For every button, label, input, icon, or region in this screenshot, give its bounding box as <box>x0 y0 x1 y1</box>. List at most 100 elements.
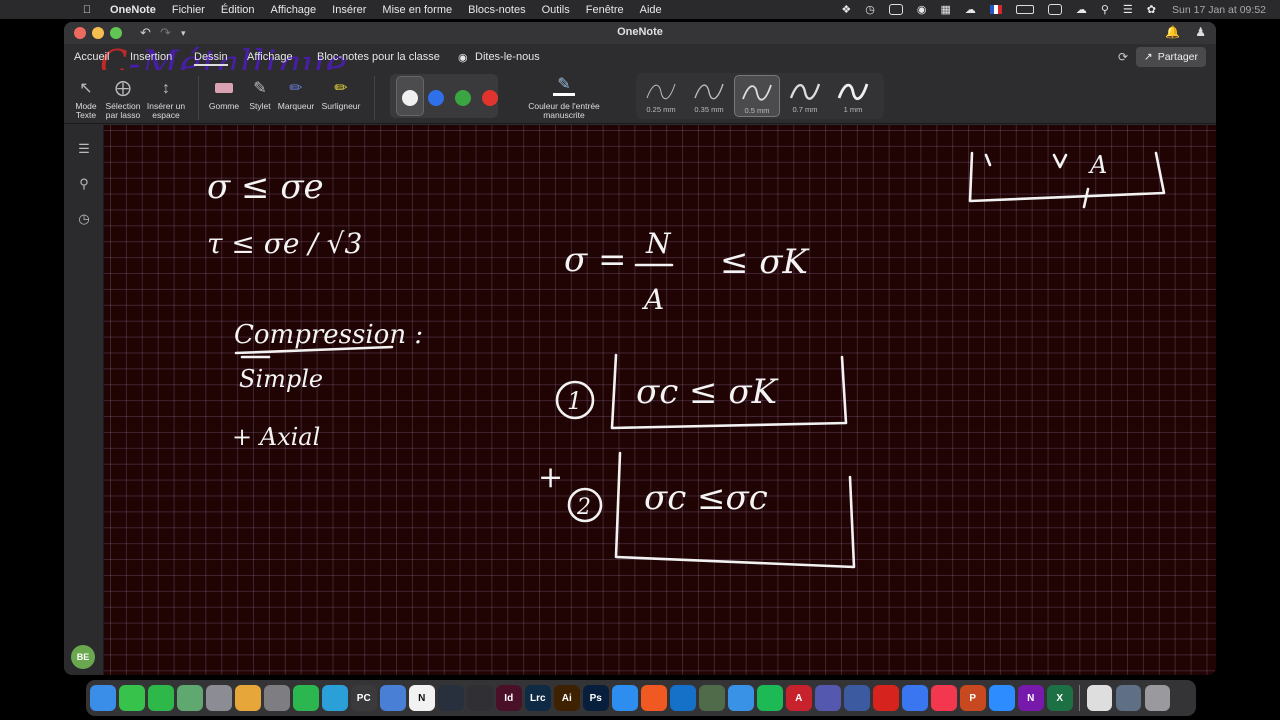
onenote-icon[interactable]: N <box>1018 685 1044 711</box>
thickness-1-button[interactable]: 1 mm <box>830 75 876 117</box>
launchpad-icon[interactable] <box>206 685 232 711</box>
menu-affichage[interactable]: Affichage <box>271 4 317 16</box>
notifications-bell-icon[interactable]: 🔔 <box>1165 25 1180 39</box>
zoom-icon[interactable] <box>989 685 1015 711</box>
search-icon[interactable]: ⚲ <box>76 176 92 192</box>
record-icon[interactable]: ◉ <box>917 3 927 16</box>
menu-fichier[interactable]: Fichier <box>172 4 205 16</box>
screen-icon[interactable] <box>888 4 903 15</box>
pen-app-icon[interactable] <box>380 685 406 711</box>
eraser-button[interactable]: Gomme <box>204 74 244 111</box>
menu-outils[interactable]: Outils <box>542 4 570 16</box>
tell-me-search[interactable]: Dites-le-nous <box>475 51 540 63</box>
avatar[interactable]: BE <box>71 645 95 669</box>
whatsapp-icon[interactable] <box>293 685 319 711</box>
messages-icon[interactable] <box>119 685 145 711</box>
ink-box2-inequality: σc ≤σc <box>644 478 768 518</box>
shield-app-icon[interactable] <box>844 685 870 711</box>
search-icon[interactable]: ⚲ <box>1101 3 1109 16</box>
tab-accueil[interactable]: Accueil <box>74 51 109 63</box>
ink-box1-inequality: σc ≤ σK <box>636 372 780 412</box>
time-machine-icon[interactable]: ◷ <box>865 3 875 16</box>
upload-cloud-icon[interactable]: ☁ <box>1076 3 1087 16</box>
obs-icon[interactable] <box>467 685 493 711</box>
siri-icon[interactable]: ✿ <box>1147 3 1156 16</box>
facetime-icon[interactable] <box>148 685 174 711</box>
recent-clock-icon[interactable]: ◷ <box>76 211 92 227</box>
brave-icon[interactable] <box>641 685 667 711</box>
color-blue-swatch[interactable] <box>428 90 444 106</box>
outlook-icon[interactable] <box>670 685 696 711</box>
menu-fenetre[interactable]: Fenêtre <box>586 4 624 16</box>
vpn-icon[interactable] <box>699 685 725 711</box>
ink-tau-le-sigmae-sqrt3: τ ≤ σe / √3 <box>207 227 362 260</box>
share-button[interactable]: ↗ Partager <box>1135 47 1206 67</box>
account-icon[interactable]: ♟ <box>1195 25 1206 39</box>
menu-app-name[interactable]: OneNote <box>110 4 156 16</box>
menu-inserer[interactable]: Insérer <box>332 4 366 16</box>
highlighter-button[interactable]: ✏ Surligneur <box>318 74 364 111</box>
maps-icon[interactable] <box>177 685 203 711</box>
pen-button[interactable]: ✎ Stylet <box>246 74 274 111</box>
lasso-icon: ⨁ <box>115 79 131 97</box>
appstore-icon[interactable] <box>612 685 638 711</box>
apple-icon[interactable]:  <box>80 4 94 16</box>
settings-icon[interactable] <box>264 685 290 711</box>
teams-icon[interactable] <box>815 685 841 711</box>
mirroring-icon[interactable] <box>1047 4 1062 15</box>
tab-dessin[interactable]: Dessin <box>194 51 228 66</box>
trash-icon[interactable] <box>1144 685 1170 711</box>
menu-blocs-notes[interactable]: Blocs-notes <box>468 4 525 16</box>
notion-icon[interactable]: N <box>409 685 435 711</box>
menu-edition[interactable]: Édition <box>221 4 255 16</box>
menu-aide[interactable]: Aide <box>640 4 662 16</box>
powerpoint-icon[interactable]: P <box>960 685 986 711</box>
autocad-icon[interactable]: A <box>786 685 812 711</box>
marker-button[interactable]: ✏ Marqueur <box>276 74 316 111</box>
spotify-icon[interactable] <box>757 685 783 711</box>
thickness-07-button[interactable]: 0.7 mm <box>782 75 828 117</box>
thickness-05-button[interactable]: 0.5 mm <box>734 75 780 117</box>
grid-icon[interactable]: ▦ <box>940 3 950 16</box>
downloads-icon[interactable] <box>1115 685 1141 711</box>
note-canvas[interactable]: σ ≤ σe τ ≤ σe / √3 Compression : Simple … <box>104 125 1216 675</box>
thickness-025-button[interactable]: 0.25 mm <box>638 75 684 117</box>
text-mode-button[interactable]: ↖ Mode Texte <box>70 74 102 120</box>
davinci-icon[interactable] <box>438 685 464 711</box>
ink-color-button[interactable]: ✎ Couleur de l'entrée manuscrite <box>516 74 612 120</box>
finder-icon[interactable] <box>90 685 116 711</box>
signal-icon[interactable] <box>902 685 928 711</box>
excel-icon[interactable]: X <box>1047 685 1073 711</box>
color-white-swatch[interactable] <box>402 90 418 106</box>
cloud-icon[interactable]: ☁ <box>965 3 976 16</box>
document-icon[interactable] <box>1086 685 1112 711</box>
tab-bloc-notes-classe[interactable]: Bloc-notes pour la classe <box>317 51 440 63</box>
sync-icon[interactable]: ⟳ <box>1118 50 1128 64</box>
menu-mise-en-forme[interactable]: Mise en forme <box>382 4 452 16</box>
tab-affichage[interactable]: Affichage <box>247 51 293 63</box>
telegram-icon[interactable] <box>322 685 348 711</box>
tell-me-lightbulb-icon[interactable]: ◉ <box>458 51 468 64</box>
lightroom-icon[interactable]: Lrc <box>525 685 551 711</box>
dropbox-icon[interactable]: ❖ <box>841 3 851 16</box>
illustrator-icon[interactable]: Ai <box>554 685 580 711</box>
insert-space-button[interactable]: ↕ Insérer un espace <box>144 74 188 120</box>
photoshop-icon[interactable]: Ps <box>583 685 609 711</box>
notebooks-icon[interactable]: ☰ <box>76 141 92 157</box>
indesign-icon[interactable]: Id <box>496 685 522 711</box>
acrobat-icon[interactable] <box>873 685 899 711</box>
tab-insertion[interactable]: Insertion <box>130 51 172 63</box>
thickness-035-button[interactable]: 0.35 mm <box>686 75 732 117</box>
pc-icon[interactable]: PC <box>351 685 377 711</box>
lasso-select-button[interactable]: ⨁ Sélection par lasso <box>102 74 144 120</box>
battery-icon[interactable] <box>1015 5 1034 14</box>
safari-icon[interactable] <box>728 685 754 711</box>
photos-icon[interactable] <box>235 685 261 711</box>
menubar-clock[interactable]: Sun 17 Jan at 09:52 <box>1172 4 1266 16</box>
french-flag-icon[interactable] <box>989 5 1002 14</box>
color-red-swatch[interactable] <box>482 90 498 106</box>
music-icon[interactable] <box>931 685 957 711</box>
color-green-swatch[interactable] <box>455 90 471 106</box>
cursor-text-icon: ↖ <box>79 79 93 97</box>
control-center-icon[interactable]: ☰ <box>1123 3 1133 16</box>
